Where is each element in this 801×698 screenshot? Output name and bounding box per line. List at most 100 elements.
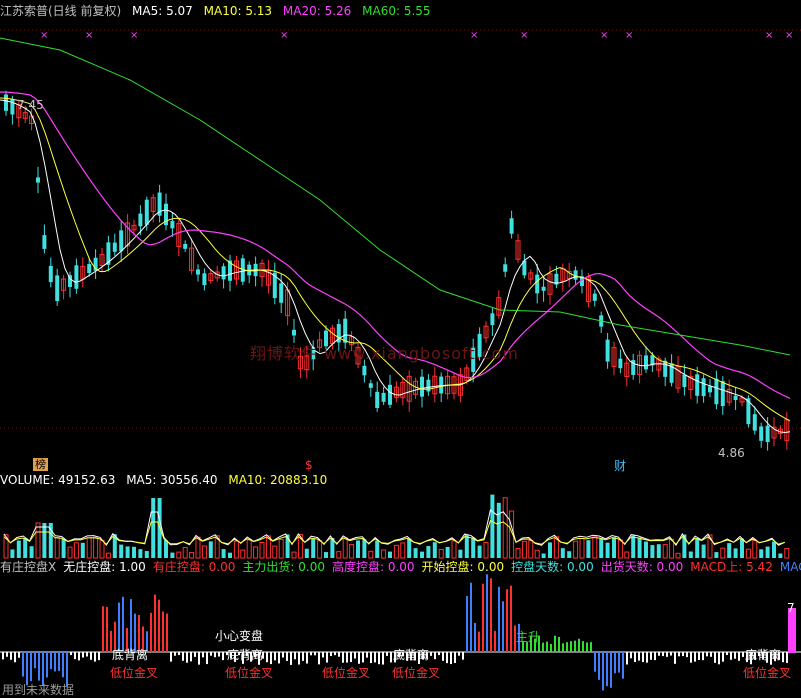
candle-body: [144, 199, 149, 225]
marker-dollar[interactable]: $: [305, 458, 313, 472]
candle-body: [196, 269, 200, 275]
volume-bar: [388, 551, 392, 558]
indicator-bar: [618, 652, 620, 673]
indicator-bar: [782, 652, 784, 663]
indicator-bar: [354, 652, 356, 659]
candle-body: [74, 265, 79, 289]
indicator-bar: [166, 613, 168, 652]
indicator-bar: [690, 652, 692, 663]
volume-bar: [451, 540, 457, 559]
indicator-panel[interactable]: 有庄控盘X 无庄控盘: 1.00 有庄控盘: 0.00 主力出货: 0.00 高度控盘:…: [0, 560, 801, 698]
indicator-bar: [742, 652, 744, 657]
candle-body: [375, 391, 380, 409]
ma60-line: [0, 37, 791, 356]
indicator-bar: [22, 652, 24, 677]
indicator-bar: [106, 606, 108, 652]
indicator-bar: [570, 641, 572, 652]
indicator-bar: [438, 652, 440, 656]
indicator-bar: [118, 602, 120, 652]
indicator-bar: [358, 652, 360, 664]
volume-bar: [356, 540, 360, 558]
volume-ma10-line: [3, 519, 785, 545]
volume-bar: [420, 551, 424, 558]
indicator-bar: [482, 583, 484, 652]
indicator-bar: [330, 652, 332, 657]
volume-bar: [67, 546, 73, 559]
indicator-bar: [306, 652, 308, 664]
indicator-bar: [186, 652, 188, 663]
marker-bang[interactable]: 榜: [33, 458, 48, 471]
volume-bar: [233, 540, 239, 559]
shengheng-label: 底背离: [745, 648, 782, 662]
candle-body: [381, 392, 386, 402]
volume-bar: [592, 536, 598, 559]
candle-body: [708, 386, 712, 393]
indicator-bar: [334, 652, 336, 656]
indicator-bar: [294, 652, 296, 660]
candle-body: [682, 374, 687, 388]
indicator-bar: [122, 596, 124, 652]
cross-marker: ×: [280, 30, 288, 41]
indicator-bar: [578, 638, 580, 652]
candle-body: [279, 283, 284, 303]
indicator-bar: [30, 652, 32, 682]
golden-cross-label: 低位金叉: [225, 666, 274, 680]
volume-bar: [502, 497, 508, 559]
candle-body: [541, 286, 546, 291]
volume-bar: [208, 541, 213, 558]
price-chart-panel[interactable]: 江苏索普(日线 前复权) MA5: 5.07 MA10: 5.13 MA20: …: [0, 0, 801, 473]
candle-body: [733, 395, 738, 401]
indicator-bar: [694, 652, 696, 662]
volume-bar: [342, 537, 348, 559]
indicator-bar: [50, 652, 52, 670]
indicator-bar: [490, 578, 492, 652]
volume-bar: [119, 544, 124, 558]
volume-panel[interactable]: VOLUME: 49152.63 MA5: 30556.40 MA10: 208…: [0, 472, 801, 560]
volume-bar: [477, 545, 482, 558]
volume-bar: [228, 552, 232, 558]
candle-body: [503, 264, 508, 272]
indicator-bar: [10, 652, 12, 660]
volume-bar: [752, 539, 758, 559]
indicator-bar: [586, 642, 588, 652]
indicator-bar: [34, 652, 36, 669]
indicator-bar: [602, 652, 604, 691]
volume-bar: [765, 546, 770, 558]
indicator-bar: [542, 642, 544, 652]
volume-chart[interactable]: [0, 472, 801, 560]
indicator-bar: [18, 652, 20, 658]
volume-bar: [16, 540, 21, 558]
candle-body: [618, 358, 623, 369]
indicator-bar: [638, 652, 640, 661]
volume-bar: [560, 548, 565, 558]
volume-bar: [650, 545, 655, 558]
shengheng-label: 底背离: [112, 648, 149, 662]
indicator-bar: [446, 652, 448, 664]
volume-bar: [521, 540, 527, 559]
volume-bar: [375, 540, 380, 558]
indicator-bar: [322, 652, 324, 658]
candle-body: [4, 94, 8, 111]
volume-bar: [528, 539, 534, 559]
cross-marker: ×: [600, 30, 608, 41]
volume-bar: [644, 541, 648, 558]
indicator-bar: [174, 652, 176, 656]
candlestick-chart[interactable]: × × × × × × × × × ×: [0, 0, 801, 472]
indicator-bar: [222, 652, 224, 661]
indicator-bar: [454, 652, 456, 664]
volume-bar: [567, 551, 572, 558]
indicator-bar: [102, 606, 104, 652]
volume-bar: [291, 551, 297, 559]
indicator-bar: [282, 652, 284, 658]
volume-bar: [772, 541, 776, 558]
watermark: 翔博软件 www.xiangbosoft.com: [250, 344, 519, 363]
volume-bar: [336, 551, 342, 559]
volume-bar: [240, 549, 246, 559]
indicator-bar: [598, 652, 600, 680]
indicator-bar: [458, 652, 460, 656]
volume-bar: [61, 538, 66, 558]
volume-bar: [515, 547, 521, 559]
volume-bar: [483, 541, 489, 559]
indicator-bar: [662, 652, 664, 657]
volume-bar: [586, 540, 591, 558]
